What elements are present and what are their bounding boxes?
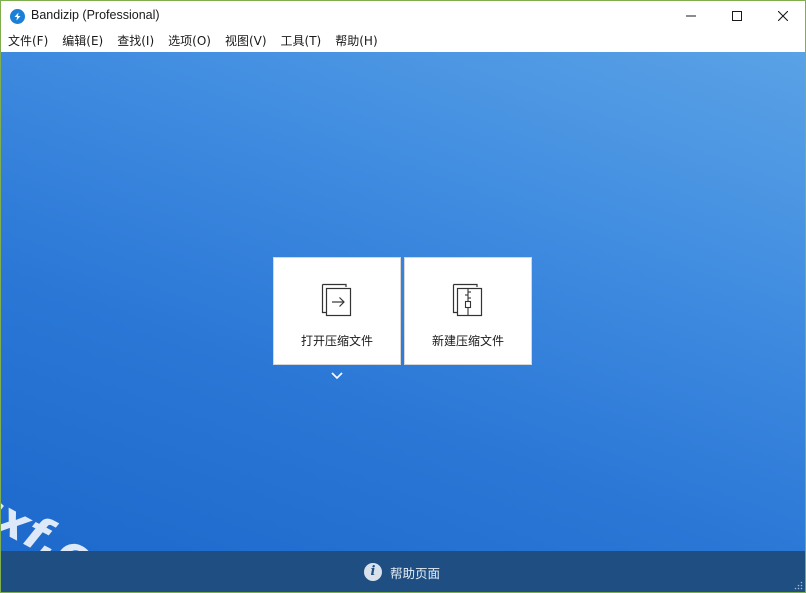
- footer-bar: i 帮助页面: [1, 551, 805, 592]
- resize-grip-icon[interactable]: [793, 580, 803, 590]
- menu-find[interactable]: 查找(I): [110, 31, 161, 52]
- open-archive-button[interactable]: 打开压缩文件: [273, 257, 401, 365]
- info-icon: i: [364, 563, 382, 581]
- minimize-button[interactable]: [668, 1, 714, 31]
- open-archive-label: 打开压缩文件: [300, 334, 373, 348]
- title-bar[interactable]: Bandizip (Professional): [1, 1, 805, 31]
- menu-edit[interactable]: 编辑(E): [55, 31, 110, 52]
- menu-file[interactable]: 文件(F): [1, 31, 55, 52]
- bandizip-logo-icon: [10, 9, 25, 24]
- new-archive-label: 新建压缩文件: [431, 334, 504, 348]
- menu-tools[interactable]: 工具(T): [274, 31, 329, 52]
- help-page-link[interactable]: i 帮助页面: [364, 562, 440, 582]
- minimize-icon: [686, 15, 696, 17]
- menu-options[interactable]: 选项(O): [161, 31, 218, 52]
- chevron-down-icon[interactable]: [330, 370, 344, 382]
- help-page-label: 帮助页面: [390, 565, 441, 581]
- menu-view[interactable]: 视图(V): [218, 31, 274, 52]
- watermark: cxf.com: [1, 477, 171, 551]
- new-archive-button[interactable]: 新建压缩文件: [404, 257, 532, 365]
- main-panel: 打开压缩文件 新建压缩文件 cxf.com: [1, 52, 805, 551]
- close-button[interactable]: [760, 1, 805, 31]
- maximize-icon: [732, 11, 742, 21]
- maximize-button[interactable]: [714, 1, 760, 31]
- window-title: Bandizip (Professional): [31, 8, 160, 22]
- menu-bar: 文件(F) 编辑(E) 查找(I) 选项(O) 视图(V) 工具(T) 帮助(H…: [1, 31, 805, 52]
- menu-help[interactable]: 帮助(H): [328, 31, 384, 52]
- close-icon: [778, 11, 788, 21]
- open-archive-icon: [321, 283, 352, 317]
- new-archive-icon: [452, 283, 483, 317]
- app-window: Bandizip (Professional) 文件(F) 编辑(E) 查找(I…: [0, 0, 806, 593]
